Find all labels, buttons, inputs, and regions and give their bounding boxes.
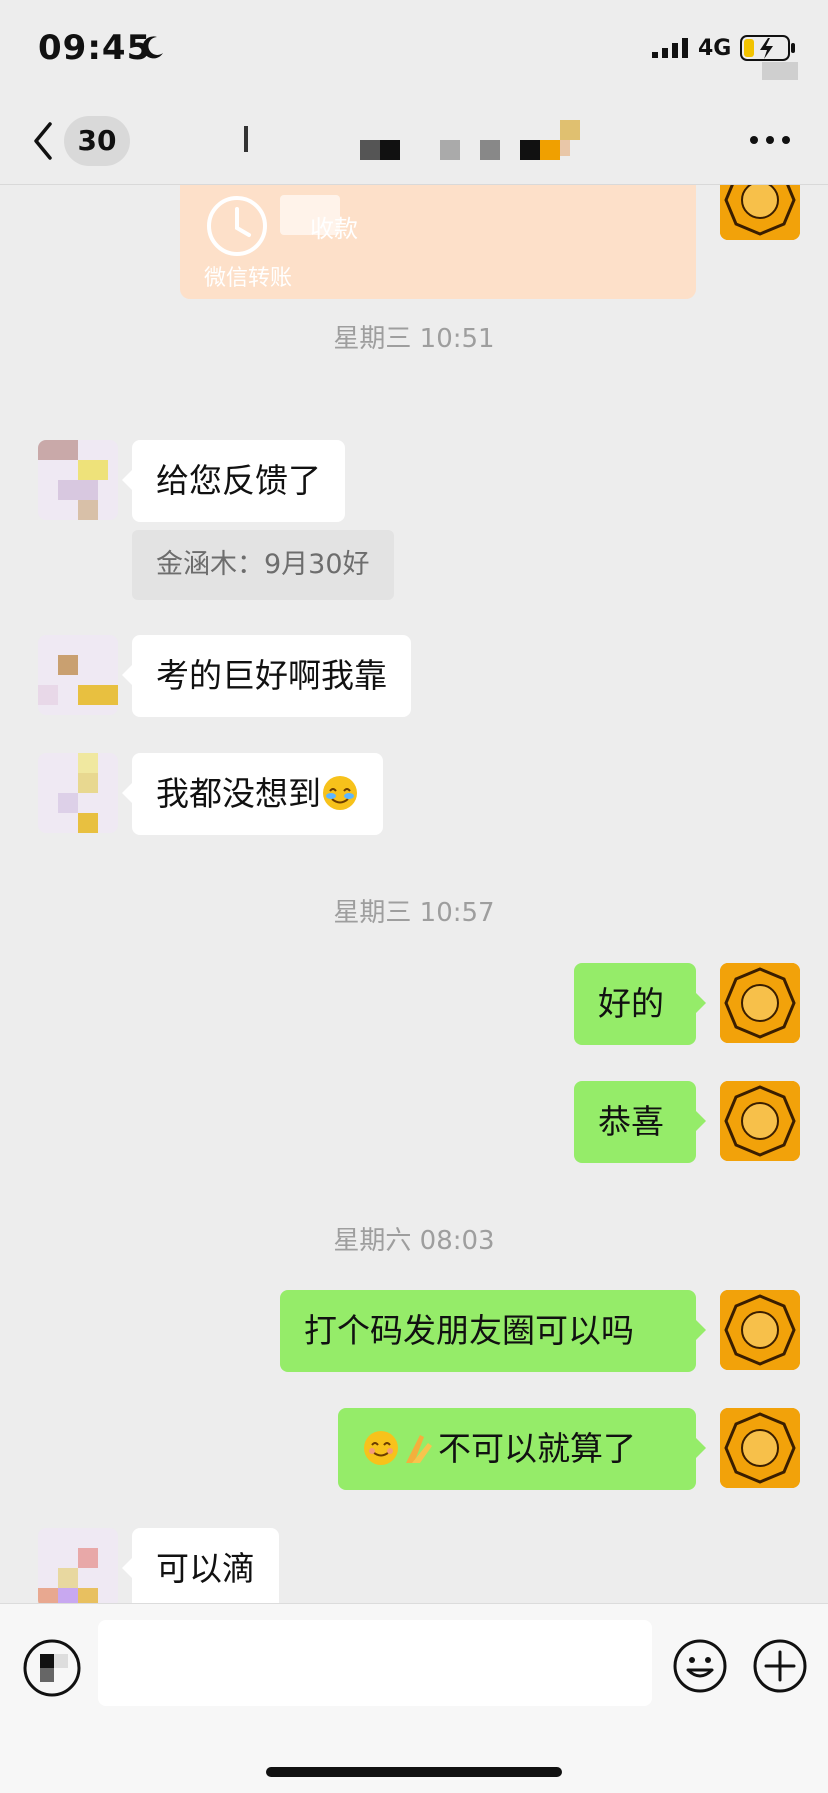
- bagua-avatar-icon: [720, 1290, 800, 1370]
- unread-count-badge[interactable]: 30: [64, 116, 130, 166]
- bagua-avatar-icon: [720, 1408, 800, 1488]
- network-type: 4G: [698, 36, 732, 61]
- pixelated-status: [762, 62, 798, 80]
- home-indicator: [266, 1767, 562, 1777]
- timestamp: 星期六 08:03: [333, 1226, 495, 1256]
- clock-icon: [207, 196, 267, 256]
- message-bubble-incoming[interactable]: 可以滴: [122, 1528, 279, 1603]
- status-time: 09:45: [38, 28, 152, 68]
- contact-avatar[interactable]: [38, 753, 118, 833]
- timestamp: 星期三 10:57: [333, 898, 495, 928]
- facepalm-emoji: [323, 775, 357, 810]
- my-avatar[interactable]: [720, 185, 800, 240]
- my-avatar[interactable]: [720, 1081, 800, 1161]
- plus-icon[interactable]: [752, 1638, 808, 1694]
- signal-icon: [652, 38, 688, 58]
- timestamp: 星期三 10:51: [333, 324, 495, 354]
- chat-header: 30: [0, 100, 828, 185]
- message-input[interactable]: [98, 1620, 652, 1706]
- quoted-message[interactable]: 金涵木：9月30好: [132, 530, 394, 600]
- more-icon[interactable]: [748, 130, 792, 150]
- moon-icon: [142, 36, 163, 59]
- message-bubble-outgoing[interactable]: 打个码发朋友圈可以吗: [280, 1290, 706, 1372]
- my-avatar[interactable]: [720, 963, 800, 1043]
- voice-icon[interactable]: [22, 1638, 82, 1698]
- message-bubble-incoming[interactable]: 考的巨好啊我靠: [122, 635, 411, 717]
- transfer-card[interactable]: 收款 微信转账: [180, 185, 696, 299]
- back-arrow-icon[interactable]: [28, 118, 58, 164]
- bagua-avatar-icon: [720, 1081, 800, 1161]
- battery-icon: [740, 35, 795, 61]
- emoji-icon[interactable]: [672, 1638, 728, 1694]
- my-avatar[interactable]: [720, 1408, 800, 1488]
- message-text: 不可以就算了: [438, 1429, 636, 1468]
- message-bubble-incoming[interactable]: 给您反馈了: [122, 440, 345, 522]
- my-avatar[interactable]: [720, 1290, 800, 1370]
- message-bubble-outgoing[interactable]: 好的: [574, 963, 706, 1045]
- message-bubble-outgoing[interactable]: 恭喜: [574, 1081, 706, 1163]
- chat-title-pixelated: [240, 120, 600, 164]
- pray-emoji: [406, 1434, 432, 1463]
- input-bar: [0, 1603, 828, 1793]
- bagua-avatar-icon: [720, 963, 800, 1043]
- message-list[interactable]: 收款 微信转账 星期三 10:51 给您反馈了 金涵木：9月30好 考的巨好啊我…: [0, 185, 828, 1603]
- contact-avatar[interactable]: [38, 440, 118, 520]
- transfer-status: 收款: [310, 215, 358, 243]
- smile-emoji: [364, 1430, 398, 1465]
- contact-avatar[interactable]: [38, 635, 118, 715]
- contact-avatar[interactable]: [38, 1528, 118, 1603]
- message-bubble-outgoing[interactable]: 不可以就算了: [338, 1408, 706, 1490]
- message-text: 我都没想到: [156, 774, 321, 813]
- message-bubble-incoming[interactable]: 我都没想到: [122, 753, 383, 835]
- transfer-footer: 微信转账: [204, 266, 293, 291]
- status-bar: 09:45 4G: [0, 0, 828, 100]
- bagua-avatar-icon: [720, 185, 800, 240]
